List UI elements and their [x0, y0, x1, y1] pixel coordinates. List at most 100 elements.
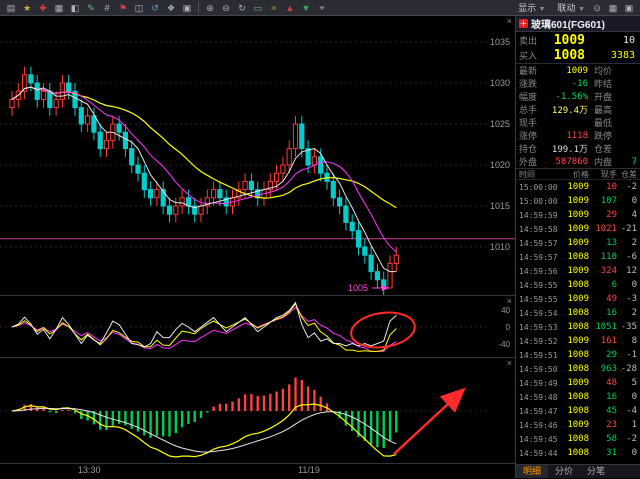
tick-time: 14:59:55	[519, 280, 558, 290]
crosshair-icon[interactable]: #	[100, 1, 114, 15]
tick-price: 1008	[567, 392, 589, 402]
undo-icon[interactable]: ↻	[235, 1, 249, 15]
tab-明细[interactable]: 明细	[516, 465, 549, 478]
tick-row[interactable]: 14:59:59 1009 29 4	[516, 208, 640, 222]
window-icon[interactable]: ◫	[132, 1, 146, 15]
link-menu[interactable]: 联动 ▼	[553, 1, 590, 14]
close-candle-panel-icon[interactable]: ×	[507, 16, 512, 26]
tick-row[interactable]: 14:59:57 1009 13 2	[516, 236, 640, 250]
oscillator-panel[interactable]: 40 0 -40 ×	[0, 296, 515, 358]
tick-price: 1009	[567, 294, 589, 304]
stat-value: 587860	[555, 156, 588, 167]
quote-title-bar: ＋ 玻璃601(FG601)	[516, 16, 640, 32]
settings-grid-icon[interactable]: ▣	[180, 1, 194, 15]
tick-row[interactable]: 14:59:48 1008 16 0	[516, 390, 640, 404]
wave-tool-icon[interactable]: ≈	[267, 1, 281, 15]
draw-line-icon[interactable]: ✎	[84, 1, 98, 15]
tick-list[interactable]: 15:00:00 1009 10 -2 15:00:00 1009 107 0 14:59:59…	[516, 180, 640, 464]
tab-分价[interactable]: 分价	[548, 465, 580, 478]
tick-volume: 49	[606, 294, 617, 304]
tick-list-header: 时间 价格 现手 仓差	[516, 169, 640, 180]
tab-分笔[interactable]: 分笔	[580, 465, 612, 478]
panel-config-icon[interactable]: ▣	[622, 1, 636, 15]
indicator-icon[interactable]: ❖	[164, 1, 178, 15]
stat-row-总手: 总手 129.4万 最高	[516, 103, 640, 116]
tick-price: 1008	[567, 280, 589, 290]
sell-arrow-icon[interactable]: ▼	[299, 1, 313, 15]
add-contract-icon[interactable]: ✚	[36, 1, 50, 15]
tick-row[interactable]: 15:00:00 1009 10 -2	[516, 180, 640, 194]
tick-row[interactable]: 14:59:58 1009 1021 -21	[516, 222, 640, 236]
tick-volume: 48	[606, 378, 617, 388]
stat-row-最新: 最新 1009 均价	[516, 64, 640, 77]
favorite-icon[interactable]: ★	[20, 1, 34, 15]
zoom-in-icon[interactable]: ⊕	[203, 1, 217, 15]
tick-row[interactable]: 14:59:44 1008 31 0	[516, 446, 640, 460]
close-macd-panel-icon[interactable]: ×	[507, 358, 512, 368]
flag-icon[interactable]: ⚑	[116, 1, 130, 15]
tick-row[interactable]: 14:59:55 1009 49 -3	[516, 292, 640, 306]
tick-row[interactable]: 14:59:52 1009 161 8	[516, 334, 640, 348]
tick-row[interactable]: 14:59:57 1008 110 -6	[516, 250, 640, 264]
toolbar-mid-group: ⊕ ⊖ ↻ ▭ ≈ ▲ ▼ ⌖	[203, 1, 329, 15]
macd-panel[interactable]: ×	[0, 358, 515, 464]
ask-row[interactable]: 卖出 1009 10	[516, 32, 640, 48]
bid-row[interactable]: 买入 1008 3383	[516, 48, 640, 64]
stat-value-2: 7	[631, 156, 637, 167]
svg-text:1010: 1010	[490, 242, 510, 252]
zoom-out-icon[interactable]: ⊖	[219, 1, 233, 15]
tick-row[interactable]: 15:00:00 1009 107 0	[516, 194, 640, 208]
layout-icon[interactable]: ▦	[606, 1, 620, 15]
buy-arrow-icon[interactable]: ▲	[283, 1, 297, 15]
tick-time: 14:59:50	[519, 364, 558, 374]
tick-volume: 13	[606, 238, 617, 248]
tick-row[interactable]: 14:59:45 1008 58 -2	[516, 432, 640, 446]
tick-volume: 16	[606, 392, 617, 402]
tick-price: 1009	[567, 238, 589, 248]
quote-stats: 最新 1009 均价 涨跌 -16 昨结 幅度 -1.56% 开盘 总手 129.4万 最高 现手 最低涨…	[516, 64, 640, 169]
tick-volume: 29	[606, 210, 617, 220]
time-axis: 13:30 11/19	[0, 464, 515, 478]
svg-text:0: 0	[506, 323, 511, 332]
candlestick-panel[interactable]: 1035 1030 1025 1020 1015 1010 1005 ×	[0, 16, 515, 296]
stat-row-涨跌: 涨跌 -16 昨结	[516, 77, 640, 90]
tick-header-2: 现手	[601, 169, 617, 179]
tick-row[interactable]: 14:59:55 1008 6 0	[516, 278, 640, 292]
close-oscillator-panel-icon[interactable]: ×	[507, 296, 512, 306]
toolbar-menus: 显示 ▼ 联动 ▼	[513, 1, 590, 14]
tick-oi-change: -2	[626, 434, 637, 444]
chevron-down-icon: ▼	[538, 6, 546, 13]
tick-row[interactable]: 14:59:49 1009 48 5	[516, 376, 640, 390]
tick-row[interactable]: 14:59:46 1009 23 1	[516, 418, 640, 432]
stat-label: 最新	[519, 66, 538, 76]
tick-volume: 963	[600, 364, 617, 374]
tick-row[interactable]: 14:59:51 1008 29 -1	[516, 348, 640, 362]
stat-label-2: 内盘	[594, 157, 613, 167]
tick-volume: 29	[606, 350, 617, 360]
tick-price: 1009	[567, 378, 589, 388]
tick-row[interactable]: 14:59:54 1008 16 2	[516, 306, 640, 320]
open-chart-icon[interactable]: ▤	[4, 1, 18, 15]
tick-header-0: 时间	[519, 169, 535, 179]
display-menu[interactable]: 显示 ▼	[513, 1, 550, 14]
tick-oi-change: 0	[631, 392, 637, 402]
tick-volume: 10	[606, 182, 617, 192]
refresh-icon[interactable]: ↺	[148, 1, 162, 15]
tick-row[interactable]: 14:59:50 1008 963 -28	[516, 362, 640, 376]
search-icon[interactable]: ⊙	[590, 1, 604, 15]
tick-price: 1009	[567, 336, 589, 346]
tick-row[interactable]: 14:59:53 1008 1051 -35	[516, 320, 640, 334]
stat-row-外盘: 外盘 587860 内盘 7	[516, 155, 640, 168]
rect-tool-icon[interactable]: ▭	[251, 1, 265, 15]
tick-volume: 23	[606, 420, 617, 430]
tick-price: 1008	[567, 350, 589, 360]
tick-time: 14:59:47	[519, 406, 558, 416]
tick-volume: 324	[600, 266, 617, 276]
split-view-icon[interactable]: ◧	[68, 1, 82, 15]
grid-view-icon[interactable]: ▦	[52, 1, 66, 15]
tick-oi-change: 2	[631, 308, 637, 318]
tick-row[interactable]: 14:59:47 1008 45 -4	[516, 404, 640, 418]
target-icon[interactable]: ⌖	[315, 1, 329, 15]
tick-volume: 6	[611, 280, 617, 290]
tick-row[interactable]: 14:59:56 1009 324 12	[516, 264, 640, 278]
